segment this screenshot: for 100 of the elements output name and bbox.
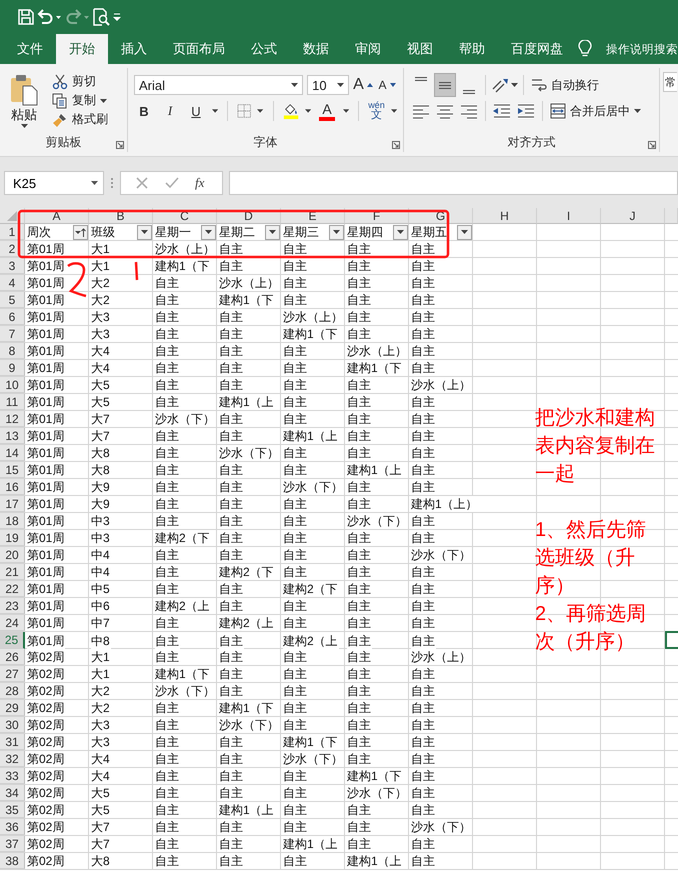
undo-icon[interactable] <box>36 9 62 25</box>
row-header[interactable]: 21 <box>0 564 25 580</box>
name-box[interactable]: K25 <box>4 171 104 195</box>
dialog-launcher-icon[interactable] <box>648 141 656 149</box>
row-header[interactable]: 33 <box>0 768 25 784</box>
font-name-field[interactable]: Arial <box>134 75 304 95</box>
row-header[interactable]: 3 <box>0 258 25 274</box>
table-cell: 自主 <box>411 768 436 784</box>
column-header[interactable]: H <box>473 208 537 224</box>
row-header[interactable]: 15 <box>0 462 25 478</box>
phonetic-button[interactable]: wén 文 <box>368 101 385 121</box>
column-header[interactable]: J <box>601 208 665 224</box>
ribbon-tab[interactable]: 帮助 <box>446 34 498 64</box>
table-cell: 自主 <box>219 785 244 801</box>
row-header[interactable]: 17 <box>0 496 25 512</box>
row-header[interactable]: 34 <box>0 785 25 801</box>
wrap-text-button[interactable]: 自动换行 <box>529 74 601 96</box>
search-hint[interactable]: 操作说明搜索 <box>606 34 678 64</box>
ribbon-tab[interactable]: 百度网盘 <box>498 34 576 64</box>
lightbulb-icon[interactable] <box>578 40 592 58</box>
dialog-launcher-icon[interactable] <box>116 141 124 149</box>
ribbon-tab[interactable]: 公式 <box>238 34 290 64</box>
font-size-field[interactable]: 10 <box>307 75 349 95</box>
dialog-launcher-icon[interactable] <box>392 141 400 149</box>
row-header[interactable]: 6 <box>0 309 25 325</box>
row-header[interactable]: 16 <box>0 479 25 495</box>
row-header[interactable]: 8 <box>0 343 25 359</box>
customize-icon[interactable] <box>112 13 122 21</box>
row-header[interactable]: 20 <box>0 547 25 563</box>
table-cell: 自主 <box>219 547 244 563</box>
row-header[interactable]: 11 <box>0 394 25 410</box>
table-cell: 第01周 <box>27 581 66 597</box>
row-header[interactable]: 24 <box>0 615 25 631</box>
row-header[interactable]: 12 <box>0 411 25 427</box>
shrink-font-button[interactable]: A <box>377 74 397 96</box>
row-header[interactable]: 29 <box>0 700 25 716</box>
table-cell: 自主 <box>347 649 372 665</box>
filter-button[interactable] <box>201 224 216 240</box>
table-cell: 自主 <box>411 428 436 444</box>
grow-font-button[interactable]: A <box>353 74 373 96</box>
fill-color-icon[interactable] <box>282 102 299 120</box>
cut-button[interactable]: 剪切 <box>50 72 110 91</box>
row-header[interactable]: 18 <box>0 513 25 529</box>
row-header[interactable]: 19 <box>0 530 25 546</box>
decrease-indent-icon[interactable] <box>491 102 513 120</box>
row-header[interactable]: 7 <box>0 326 25 342</box>
bold-button[interactable]: B <box>134 100 154 122</box>
filter-button[interactable] <box>265 224 280 240</box>
filter-button[interactable] <box>329 224 344 240</box>
insert-function-button[interactable]: fx <box>195 175 204 191</box>
row-header[interactable]: 22 <box>0 581 25 597</box>
row-header[interactable]: 14 <box>0 445 25 461</box>
row-header[interactable]: 37 <box>0 836 25 852</box>
selected-cell[interactable] <box>665 631 678 649</box>
filter-button[interactable] <box>393 224 408 240</box>
caret-icon <box>333 230 340 234</box>
row-header[interactable]: 9 <box>0 360 25 376</box>
borders-icon[interactable] <box>237 103 252 119</box>
row-header[interactable]: 32 <box>0 751 25 767</box>
row-header[interactable]: 13 <box>0 428 25 444</box>
row-header[interactable]: 5 <box>0 292 25 308</box>
ribbon-tab[interactable]: 开始 <box>56 34 108 64</box>
ribbon-tab[interactable]: 数据 <box>290 34 342 64</box>
row-header[interactable]: 36 <box>0 819 25 835</box>
row-header[interactable]: 35 <box>0 802 25 818</box>
increase-indent-icon[interactable] <box>515 102 537 120</box>
row-header[interactable]: 28 <box>0 683 25 699</box>
filter-button[interactable] <box>73 224 88 240</box>
ribbon-tab[interactable]: 页面布局 <box>160 34 238 64</box>
column-header[interactable]: I <box>537 208 601 224</box>
row-header[interactable]: 26 <box>0 649 25 665</box>
save-icon[interactable] <box>18 9 34 25</box>
row-header[interactable]: 25 <box>0 632 25 649</box>
number-format-field[interactable]: 常 <box>663 72 677 92</box>
brush-button[interactable]: 格式刷 <box>50 110 110 129</box>
row-header[interactable]: 27 <box>0 666 25 682</box>
filter-button[interactable] <box>137 224 152 240</box>
underline-button[interactable]: U <box>186 100 206 122</box>
table-cell: 自主 <box>219 479 244 495</box>
paste-button[interactable]: 粘贴 <box>6 72 42 152</box>
print-preview-icon[interactable] <box>92 8 110 26</box>
italic-button[interactable]: I <box>160 100 180 122</box>
ribbon-tab[interactable]: 插入 <box>108 34 160 64</box>
merge-center-button[interactable]: 合并后居中 <box>548 100 643 122</box>
row-header[interactable]: 38 <box>0 853 25 869</box>
table-cell: 第02周 <box>27 666 66 682</box>
orientation-icon[interactable] <box>491 77 509 93</box>
ribbon-tab[interactable]: 审阅 <box>342 34 394 64</box>
row-header[interactable]: 4 <box>0 275 25 291</box>
filter-button[interactable] <box>457 224 472 240</box>
font-color-button[interactable]: A <box>317 99 338 123</box>
ribbon-tab[interactable]: 文件 <box>4 34 56 64</box>
row-header[interactable]: 10 <box>0 377 25 393</box>
row-header[interactable]: 31 <box>0 734 25 750</box>
formula-input[interactable] <box>229 171 678 195</box>
row-header[interactable]: 30 <box>0 717 25 733</box>
copy-button[interactable]: 复制 <box>50 91 110 110</box>
vertical-align-button[interactable] <box>434 73 456 97</box>
ribbon-tab[interactable]: 视图 <box>394 34 446 64</box>
row-header[interactable]: 23 <box>0 598 25 614</box>
